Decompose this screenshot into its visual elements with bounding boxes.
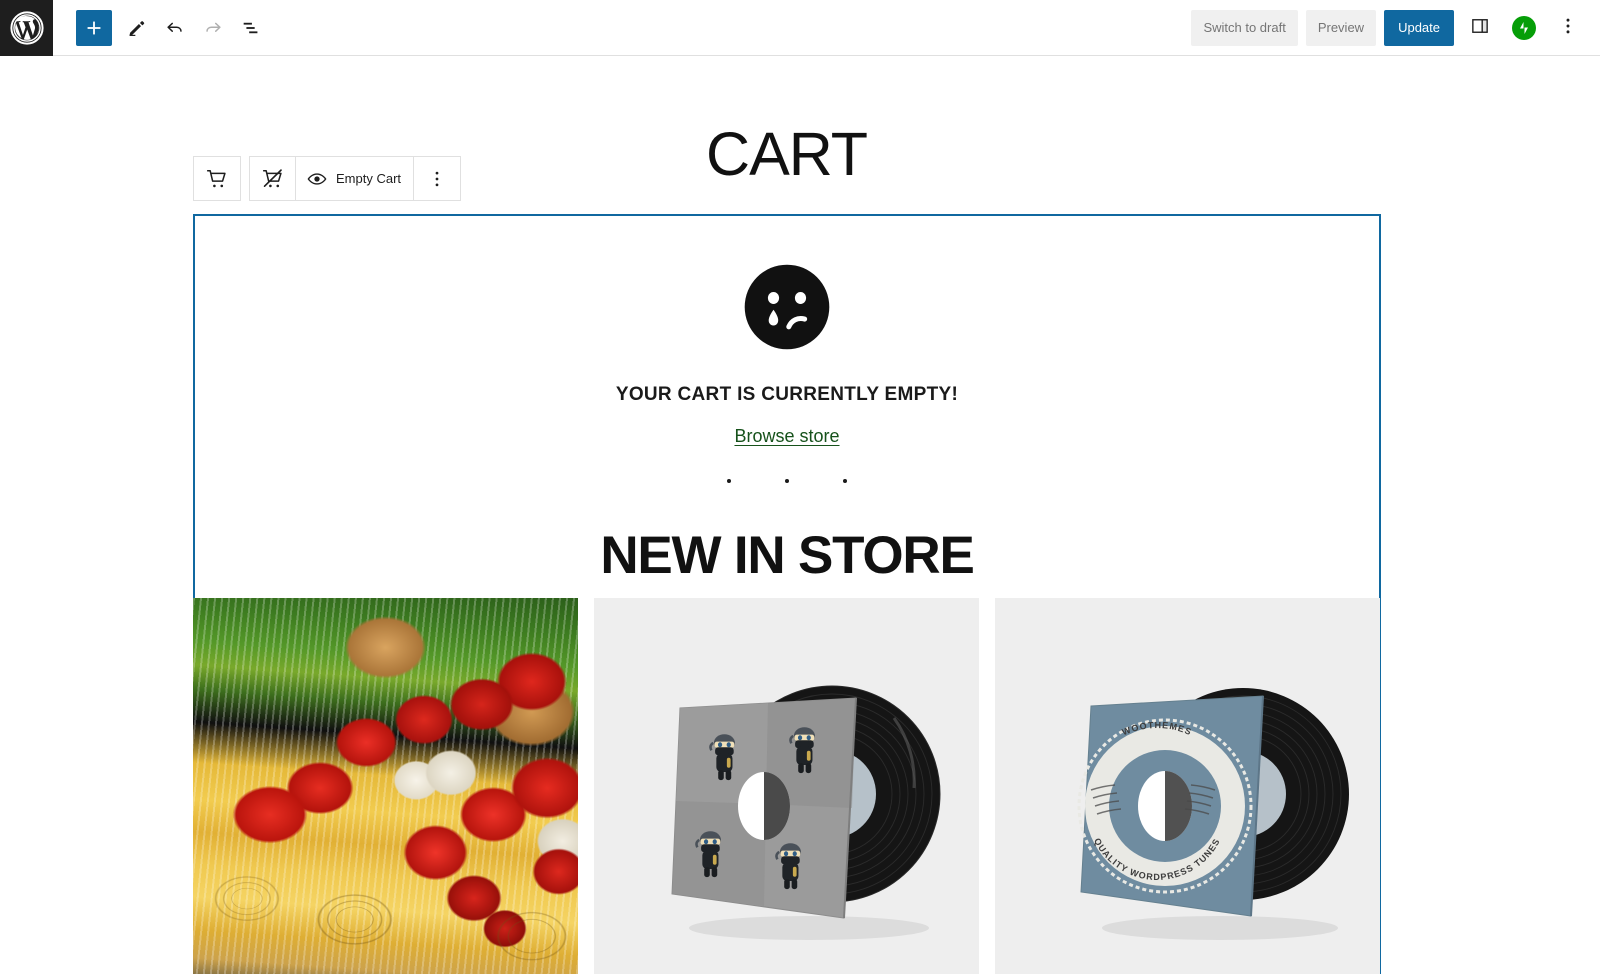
product-card-ninja-vinyl[interactable] <box>594 598 979 974</box>
divider-dot <box>727 479 731 483</box>
empty-cart-toggle[interactable]: Empty Cart <box>296 157 415 200</box>
product-card-woothemes-vinyl[interactable]: WOOTHEMES QUALITY WORDPRESS TUNES <box>995 598 1380 974</box>
wordpress-logo-button[interactable] <box>0 0 53 56</box>
pencil-icon <box>126 17 148 39</box>
block-toolbar: Empty Cart <box>193 156 462 201</box>
editor-header: Switch to draft Preview Update <box>0 0 1600 56</box>
update-button[interactable]: Update <box>1384 9 1454 46</box>
preview-button[interactable]: Preview <box>1305 9 1377 46</box>
browse-store-link[interactable]: Browse store <box>734 426 839 447</box>
block-options-button[interactable] <box>414 157 460 200</box>
add-block-button[interactable] <box>76 9 112 46</box>
header-right-toolbar: Switch to draft Preview Update <box>1191 9 1600 46</box>
ninja-vinyl-image <box>594 598 979 974</box>
list-view-icon <box>240 17 262 39</box>
three-dots-vertical-icon <box>426 168 448 190</box>
cart-icon <box>204 166 230 192</box>
eye-icon <box>306 168 328 190</box>
empty-cart-toggle-label: Empty Cart <box>336 171 402 186</box>
empty-cart-panel: YOUR CART IS CURRENTLY EMPTY! Browse sto… <box>195 216 1379 586</box>
redo-button[interactable] <box>195 10 231 46</box>
undo-button[interactable] <box>157 10 193 46</box>
editor-options-button[interactable] <box>1550 10 1586 46</box>
new-in-store-product-grid: WOOTHEMES QUALITY WORDPRESS TUNES <box>193 598 1381 974</box>
divider-dot <box>843 479 847 483</box>
wordpress-logo-icon <box>9 10 44 45</box>
settings-sidebar-button[interactable] <box>1462 10 1498 46</box>
switch-to-draft-button[interactable]: Switch to draft <box>1191 9 1298 46</box>
header-left-toolbar <box>53 9 269 46</box>
undo-arrow-icon <box>164 17 186 39</box>
block-type-button-group <box>193 156 241 201</box>
jetpack-button[interactable] <box>1506 10 1542 46</box>
new-in-store-heading: NEW IN STORE <box>600 526 975 585</box>
cart-block-type-button[interactable] <box>194 157 240 200</box>
document-overview-button[interactable] <box>233 10 269 46</box>
woothemes-vinyl-image: WOOTHEMES QUALITY WORDPRESS TUNES <box>995 598 1380 974</box>
redo-arrow-icon <box>202 17 224 39</box>
divider-dot <box>785 479 789 483</box>
block-toolbar-main-group: Empty Cart <box>249 156 462 201</box>
cart-off-icon <box>260 166 286 192</box>
cart-block-icon-button[interactable] <box>250 157 296 200</box>
plus-icon <box>83 17 105 39</box>
three-dot-divider <box>195 479 1379 483</box>
pasta-photo-detail <box>193 769 578 974</box>
editor-canvas: CART Empty Cart YOUR CART IS CURRENTLY E… <box>0 56 1600 974</box>
empty-cart-heading: YOUR CART IS CURRENTLY EMPTY! <box>615 384 959 405</box>
sidebar-panel-icon <box>1469 15 1491 40</box>
tools-button[interactable] <box>119 10 155 46</box>
crying-face-icon <box>742 262 832 352</box>
jetpack-logo-icon <box>1512 15 1536 40</box>
product-card-pasta[interactable] <box>193 598 578 974</box>
three-dots-vertical-icon <box>1557 15 1579 40</box>
